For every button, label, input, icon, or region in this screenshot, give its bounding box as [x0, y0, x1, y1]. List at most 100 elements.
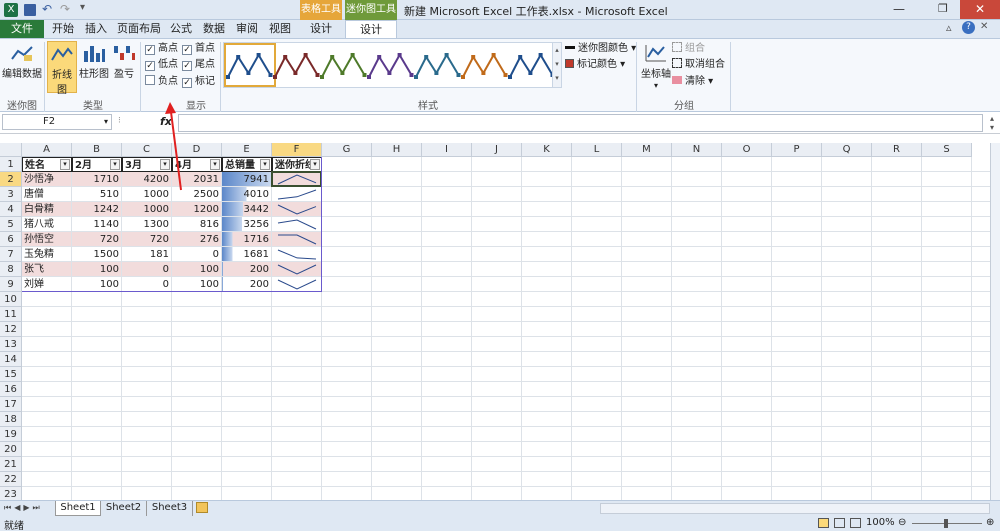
- value-cell[interactable]: 100: [172, 277, 222, 292]
- value-cell[interactable]: 720: [72, 232, 122, 247]
- new-sheet-icon[interactable]: [196, 502, 208, 513]
- value-cell[interactable]: 1140: [72, 217, 122, 232]
- column-header[interactable]: B: [72, 143, 122, 157]
- value-cell[interactable]: 100: [172, 262, 222, 277]
- worksheet-grid[interactable]: A B C D E F G H I J K L M N O P Q R S 1 2 3 4 5 6 7 8 9 10 11 12 13 14 15…: [0, 143, 990, 502]
- row-header[interactable]: 8: [0, 262, 22, 277]
- row-header[interactable]: 2: [0, 172, 22, 187]
- row-header[interactable]: 6: [0, 232, 22, 247]
- column-header[interactable]: M: [622, 143, 672, 157]
- tab-sparkline-design[interactable]: 设计: [345, 20, 397, 38]
- name-cell[interactable]: 张飞: [22, 262, 72, 277]
- low-point-checkbox[interactable]: ✓ 低点: [145, 58, 178, 72]
- save-icon[interactable]: [24, 4, 36, 16]
- row-header[interactable]: 19: [0, 427, 22, 442]
- row-header[interactable]: 16: [0, 382, 22, 397]
- zoom-slider-thumb[interactable]: [944, 519, 948, 528]
- sparkline-cell[interactable]: [272, 217, 322, 232]
- row-header[interactable]: 15: [0, 367, 22, 382]
- row-header[interactable]: 1: [0, 157, 22, 172]
- value-cell[interactable]: 181: [122, 247, 172, 262]
- row-header[interactable]: 10: [0, 292, 22, 307]
- name-cell[interactable]: 猪八戒: [22, 217, 72, 232]
- name-cell[interactable]: 白骨精: [22, 202, 72, 217]
- column-header[interactable]: H: [372, 143, 422, 157]
- undo-icon[interactable]: ↶: [42, 2, 52, 16]
- row-header[interactable]: 22: [0, 472, 22, 487]
- column-header[interactable]: D: [172, 143, 222, 157]
- column-header[interactable]: O: [722, 143, 772, 157]
- gallery-scroll[interactable]: ▴ ▾ ▾: [552, 42, 562, 88]
- redo-icon[interactable]: ↷: [60, 2, 70, 16]
- name-cell[interactable]: 沙悟净: [22, 172, 72, 187]
- value-cell[interactable]: 1710: [72, 172, 122, 187]
- value-cell[interactable]: 1300: [122, 217, 172, 232]
- row-header[interactable]: 11: [0, 307, 22, 322]
- name-cell[interactable]: 刘婵: [22, 277, 72, 292]
- table-header-cell[interactable]: 4月 ▾: [172, 157, 222, 172]
- restore-icon[interactable]: ❐: [938, 2, 948, 15]
- zoom-out-icon[interactable]: ⊖: [898, 517, 906, 528]
- insert-function-icon[interactable]: fx: [160, 115, 172, 128]
- column-header[interactable]: S: [922, 143, 972, 157]
- row-header[interactable]: 20: [0, 442, 22, 457]
- row-header[interactable]: 7: [0, 247, 22, 262]
- row-header[interactable]: 21: [0, 457, 22, 472]
- sparkline-cell[interactable]: [272, 262, 322, 277]
- vertical-scrollbar[interactable]: [990, 143, 1000, 500]
- value-cell[interactable]: 276: [172, 232, 222, 247]
- column-header[interactable]: C: [122, 143, 172, 157]
- tab-review[interactable]: 审阅: [234, 20, 260, 38]
- marker-color-button[interactable]: 标记颜色 ▾: [565, 58, 625, 72]
- value-cell[interactable]: 1000: [122, 202, 172, 217]
- ungroup-button[interactable]: 取消组合: [672, 58, 725, 72]
- column-header[interactable]: I: [422, 143, 472, 157]
- winloss-sparkline-button[interactable]: 盈亏: [111, 41, 137, 93]
- column-header[interactable]: L: [572, 143, 622, 157]
- tab-data[interactable]: 数据: [200, 20, 228, 38]
- column-header[interactable]: R: [872, 143, 922, 157]
- tab-insert[interactable]: 插入: [82, 20, 110, 38]
- column-sparkline-button[interactable]: 柱形图: [79, 41, 109, 93]
- value-cell[interactable]: 2031: [172, 172, 222, 187]
- sparkline-cell[interactable]: [272, 187, 322, 202]
- value-cell[interactable]: 0: [122, 262, 172, 277]
- sheet-nav-arrows-icon[interactable]: ⏮◀▶⏭: [4, 503, 43, 513]
- ribbon-collapse-icon[interactable]: ▵: [946, 21, 952, 34]
- value-cell[interactable]: 1200: [172, 202, 222, 217]
- tab-file[interactable]: 文件: [0, 20, 44, 38]
- sparkline-cell[interactable]: [272, 232, 322, 247]
- edit-data-button[interactable]: 编辑数据: [2, 41, 42, 93]
- sparkline-cell[interactable]: [272, 277, 322, 292]
- group-button[interactable]: 组合: [672, 42, 705, 56]
- column-header[interactable]: Q: [822, 143, 872, 157]
- expand-formula-bar-icon[interactable]: ▴ ▾: [986, 114, 998, 132]
- data-bar-cell[interactable]: 4010: [222, 187, 272, 202]
- select-all-corner[interactable]: [0, 143, 22, 157]
- value-cell[interactable]: 0: [122, 277, 172, 292]
- zoom-in-icon[interactable]: ⊕: [986, 517, 994, 528]
- value-cell[interactable]: 816: [172, 217, 222, 232]
- value-cell[interactable]: 2500: [172, 187, 222, 202]
- page-break-view-icon[interactable]: [850, 518, 861, 528]
- value-cell[interactable]: 100: [72, 277, 122, 292]
- row-header[interactable]: 9: [0, 277, 22, 292]
- table-header-cell[interactable]: 2月 ▾: [72, 157, 122, 172]
- style-gallery[interactable]: [223, 42, 555, 88]
- data-bar-cell[interactable]: 1681: [222, 247, 272, 262]
- sheet-tab-1[interactable]: Sheet1: [55, 501, 101, 516]
- name-cell[interactable]: 唐僧: [22, 187, 72, 202]
- sheet-tab-3[interactable]: Sheet3: [147, 501, 193, 516]
- normal-view-icon[interactable]: [818, 518, 829, 528]
- style-gallery-items[interactable]: [224, 43, 555, 87]
- column-header[interactable]: N: [672, 143, 722, 157]
- table-header-cell[interactable]: 姓名 ▾: [22, 157, 72, 172]
- value-cell[interactable]: 4200: [122, 172, 172, 187]
- page-layout-view-icon[interactable]: [834, 518, 845, 528]
- sparkline-cell[interactable]: [272, 172, 322, 187]
- data-bar-cell[interactable]: 1716: [222, 232, 272, 247]
- column-header[interactable]: F: [272, 143, 322, 157]
- table-header-cell[interactable]: 总销量 ▾: [222, 157, 272, 172]
- value-cell[interactable]: 720: [122, 232, 172, 247]
- clear-button[interactable]: 清除 ▾: [672, 75, 713, 89]
